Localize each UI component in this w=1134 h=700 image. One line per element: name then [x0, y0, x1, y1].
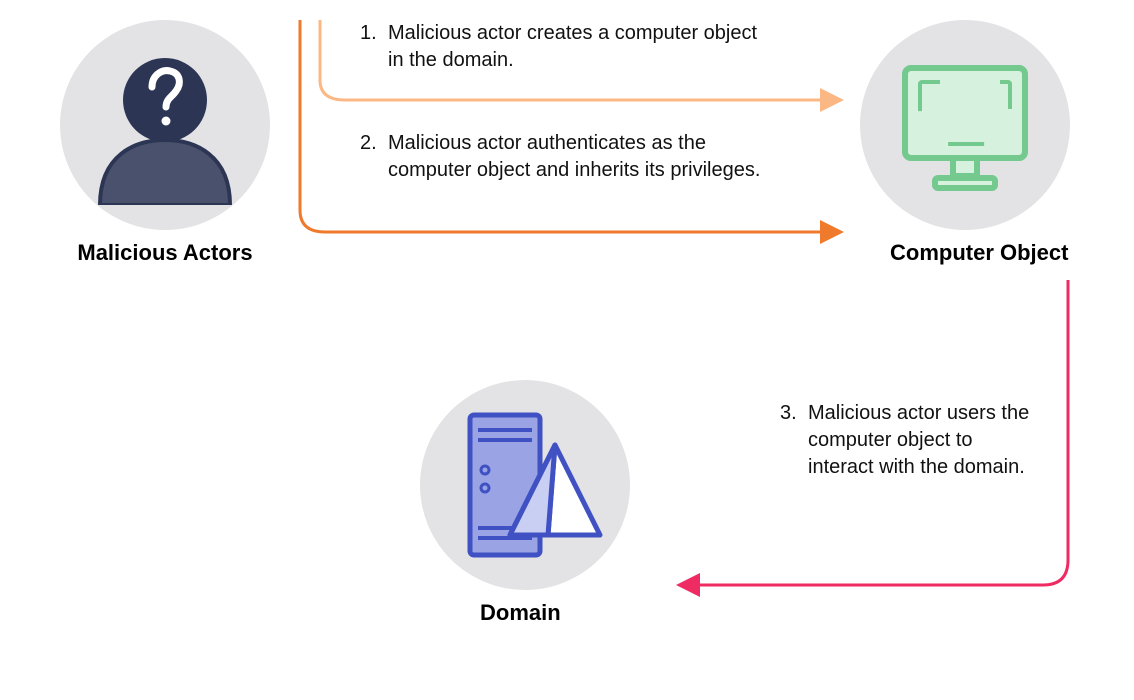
label-computer-object: Computer Object	[890, 240, 1068, 266]
step-3-text: Malicious actor users the computer objec…	[808, 400, 1038, 481]
node-domain	[420, 380, 630, 590]
step-2: 2.Malicious actor authenticates as the c…	[360, 130, 790, 184]
step-1: 1.Malicious actor creates a computer obj…	[360, 20, 790, 74]
diagram-canvas: Malicious Actors Computer Object	[0, 0, 1134, 700]
node-malicious-actors	[60, 20, 270, 230]
node-computer-object	[860, 20, 1070, 230]
step-2-number: 2.	[360, 130, 388, 157]
monitor-icon	[890, 50, 1040, 200]
step-1-text: Malicious actor creates a computer objec…	[388, 20, 768, 74]
server-pyramid-icon	[440, 400, 610, 570]
step-1-number: 1.	[360, 20, 388, 47]
step-3: 3.Malicious actor users the computer obj…	[780, 400, 1070, 481]
step-3-number: 3.	[780, 400, 808, 427]
person-question-icon	[90, 45, 240, 205]
label-domain: Domain	[480, 600, 561, 626]
label-malicious-actors: Malicious Actors	[60, 240, 270, 266]
step-2-text: Malicious actor authenticates as the com…	[388, 130, 778, 184]
